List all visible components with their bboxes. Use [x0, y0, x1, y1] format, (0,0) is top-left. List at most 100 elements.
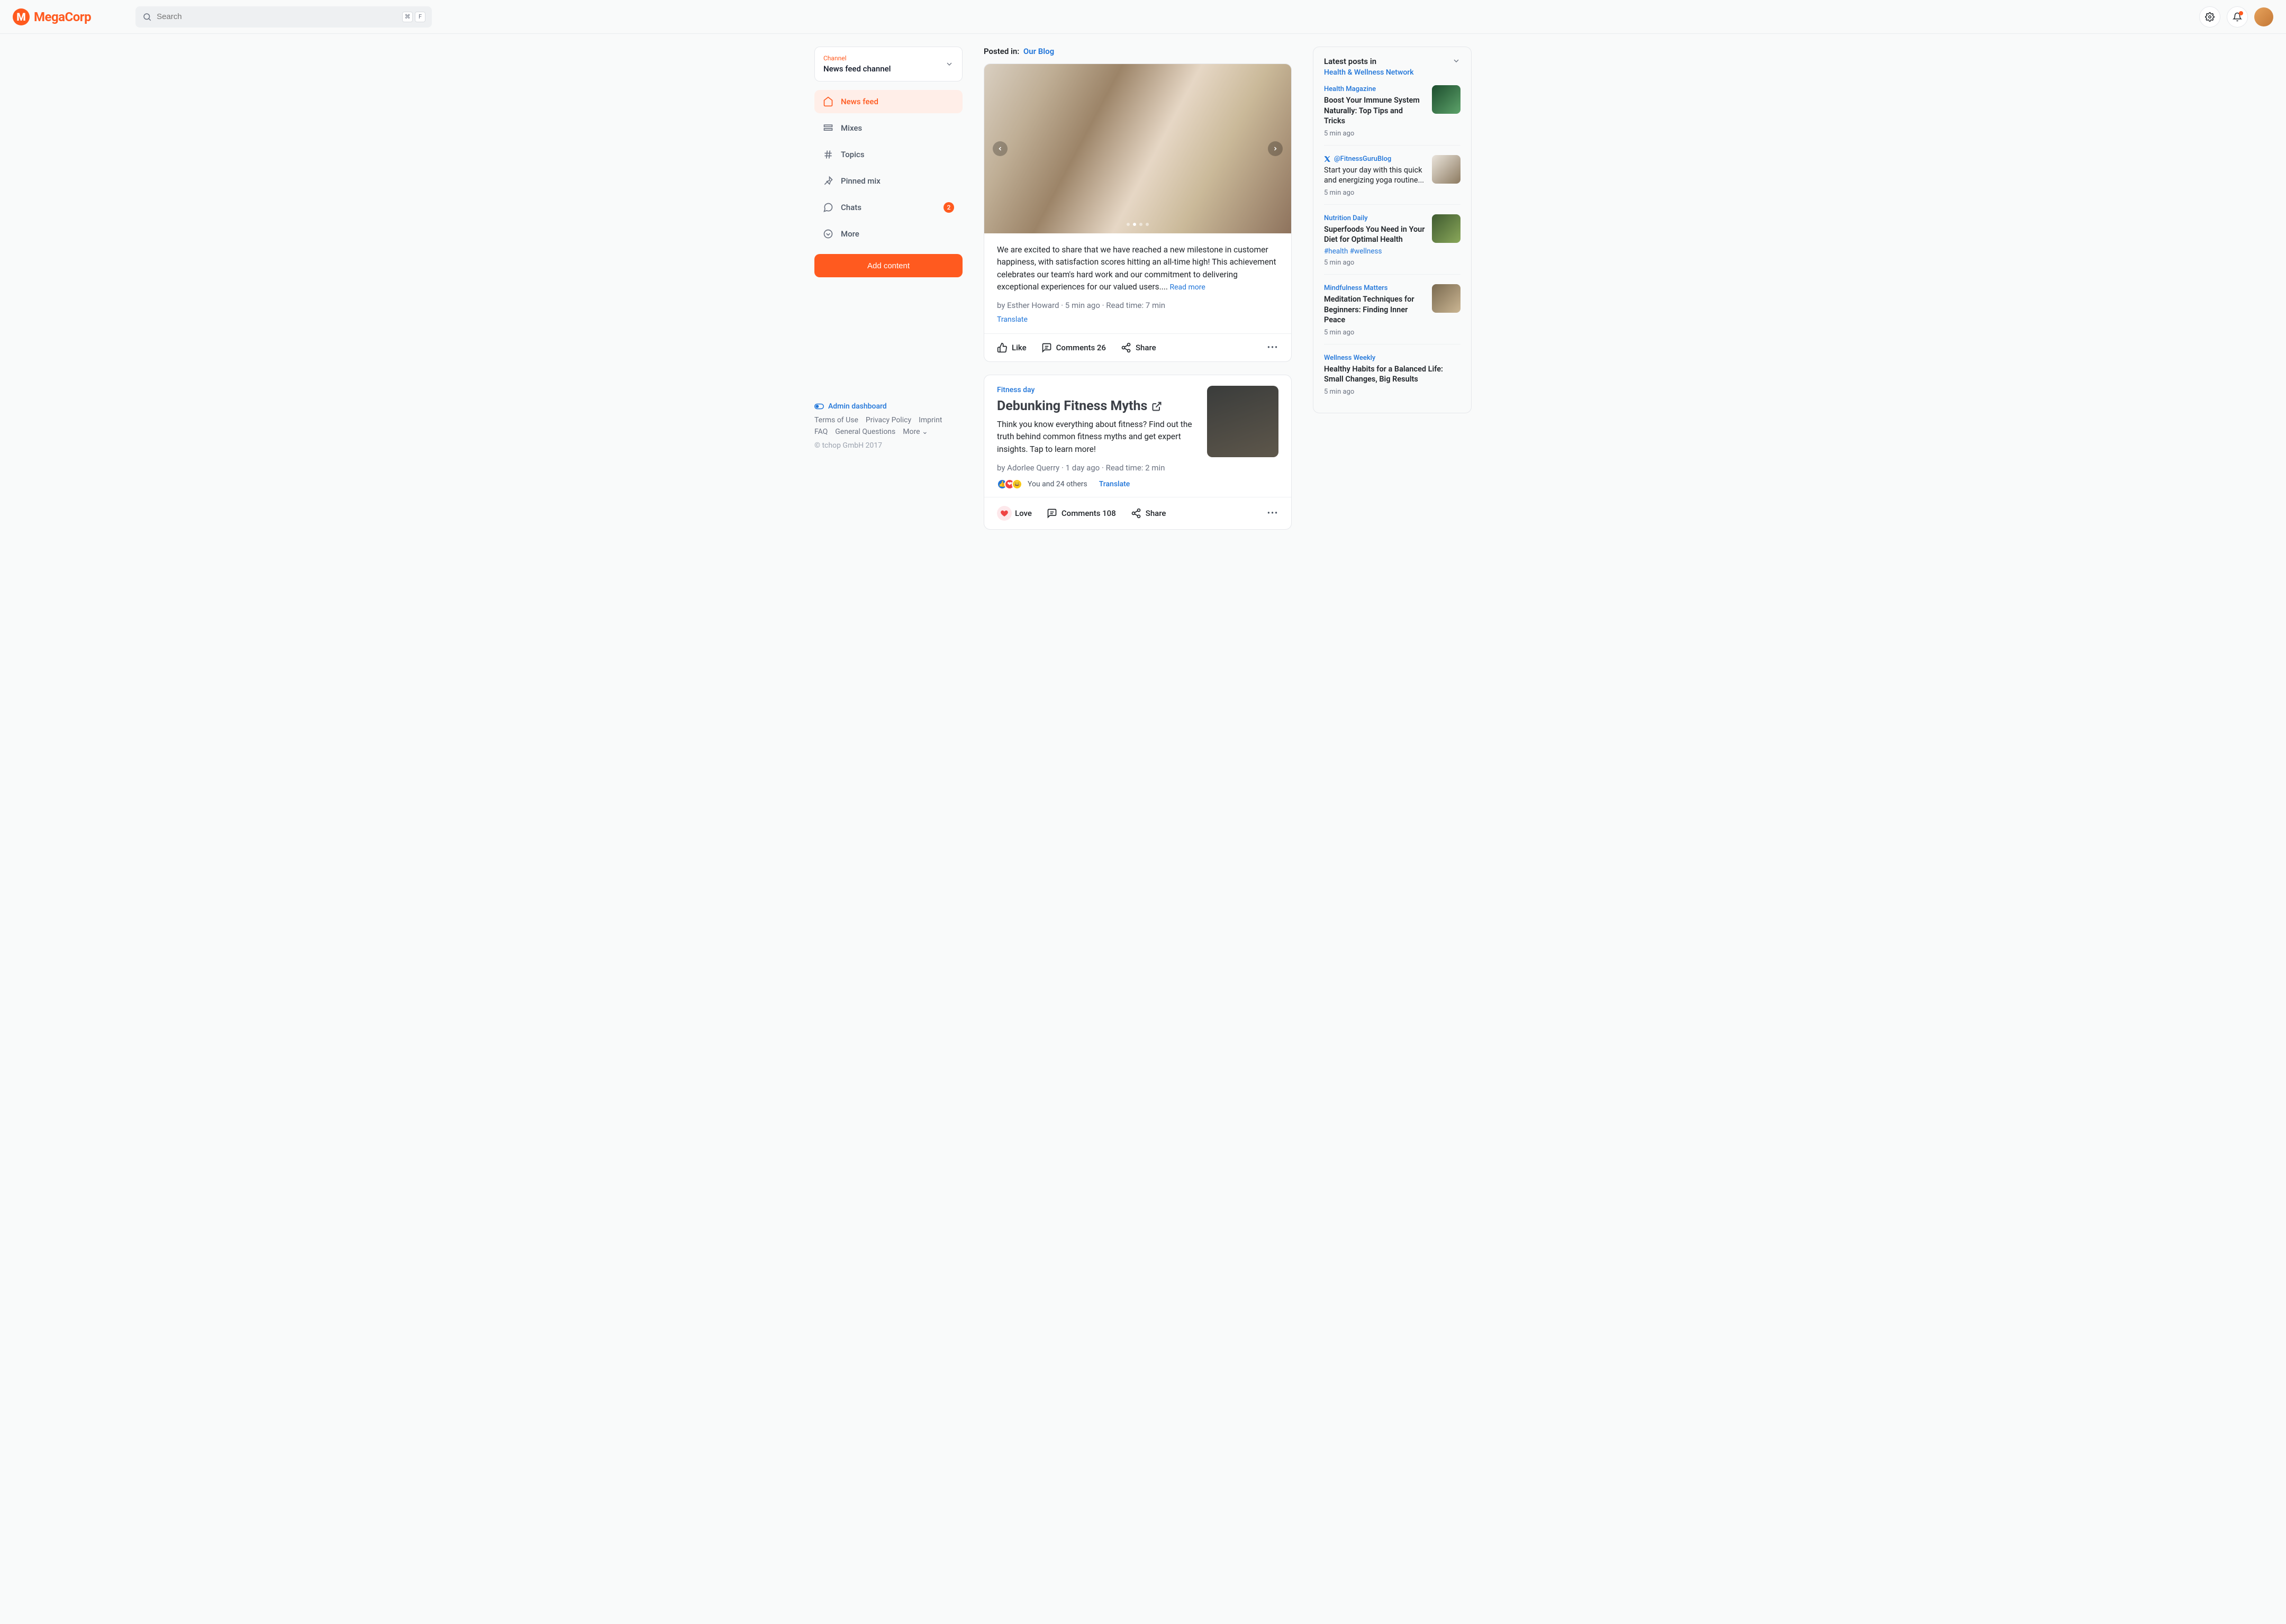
footer-link[interactable]: General Questions	[835, 428, 895, 436]
carousel-next-button[interactable]	[1268, 141, 1283, 156]
rp-source: @FitnessGuruBlog	[1324, 155, 1426, 163]
nav-label: News feed	[841, 97, 878, 106]
nav-pinned-mix[interactable]: Pinned mix	[814, 169, 963, 193]
mixes-icon	[823, 123, 833, 133]
latest-posts-panel: Latest posts in Health & Wellness Networ…	[1313, 47, 1472, 413]
like-button[interactable]: Like	[997, 342, 1027, 353]
translate-link[interactable]: Translate	[1099, 480, 1130, 488]
rp-title: Meditation Techniques for Beginners: Fin…	[1324, 294, 1426, 325]
love-button[interactable]: Love	[997, 506, 1032, 521]
more-button[interactable]: •••	[1267, 343, 1278, 352]
rp-item[interactable]: Mindfulness Matters Meditation Technique…	[1324, 284, 1460, 344]
channel-label: Channel	[823, 55, 891, 62]
nav-chats[interactable]: Chats 2	[814, 196, 963, 219]
search-input[interactable]	[157, 12, 402, 21]
posted-in-link[interactable]: Our Blog	[1023, 47, 1054, 56]
post-byline: by Adorlee Querry · 1 day ago · Read tim…	[997, 463, 1196, 473]
settings-button[interactable]	[2199, 6, 2220, 28]
sidebar: Channel News feed channel News feed Mixe…	[814, 47, 963, 450]
rp-time: 5 min ago	[1324, 189, 1426, 197]
rp-title: Boost Your Immune System Naturally: Top …	[1324, 95, 1426, 126]
rp-source: Wellness Weekly	[1324, 354, 1460, 362]
rp-title: Start your day with this quick and energ…	[1324, 165, 1426, 186]
external-link-icon	[1151, 401, 1162, 412]
chevron-down-icon	[945, 60, 954, 68]
chevron-down-icon: ⌄	[922, 428, 928, 436]
carousel-prev-button[interactable]	[993, 141, 1008, 156]
thumbs-up-icon	[997, 342, 1008, 353]
comments-button[interactable]: Comments 26	[1041, 342, 1106, 353]
nav-label: Pinned mix	[841, 176, 881, 186]
share-icon	[1121, 342, 1131, 353]
share-icon	[1131, 508, 1141, 519]
rp-thumb	[1432, 85, 1460, 114]
heart-icon	[997, 506, 1012, 521]
user-avatar[interactable]	[2254, 7, 2273, 26]
rp-network-link[interactable]: Health & Wellness Network	[1324, 68, 1414, 77]
rp-thumb	[1432, 284, 1460, 313]
copyright: © tchop GmbH 2017	[814, 441, 963, 450]
footer-link[interactable]: Privacy Policy	[866, 416, 911, 424]
rp-time: 5 min ago	[1324, 130, 1426, 138]
chevron-circle-icon	[823, 229, 833, 239]
footer-link[interactable]: FAQ	[814, 428, 828, 436]
comments-button[interactable]: Comments 108	[1047, 508, 1116, 519]
post-thumbnail	[1207, 386, 1278, 457]
rp-source: Nutrition Daily	[1324, 214, 1426, 222]
logo-mark-icon: M	[13, 8, 30, 25]
footer-link[interactable]: Imprint	[919, 416, 942, 424]
rp-item[interactable]: @FitnessGuruBlog Start your day with thi…	[1324, 155, 1460, 205]
comment-icon	[1041, 342, 1052, 353]
post-title[interactable]: Debunking Fitness Myths	[997, 398, 1196, 414]
post-excerpt: Think you know everything about fitness?…	[997, 419, 1196, 456]
nav-news-feed[interactable]: News feed	[814, 90, 963, 113]
rp-item[interactable]: Nutrition Daily Superfoods You Need in Y…	[1324, 214, 1460, 275]
reaction-icons[interactable]: 👍 ❤ 😄	[997, 479, 1022, 489]
channel-name: News feed channel	[823, 64, 891, 74]
post-text: We are excited to share that we have rea…	[997, 245, 1276, 292]
footer-links: Terms of Use Privacy Policy Imprint FAQ …	[814, 416, 963, 436]
comment-icon	[1047, 508, 1057, 519]
rp-heading: Latest posts in	[1324, 57, 1414, 66]
rp-title: Healthy Habits for a Balanced Life: Smal…	[1324, 364, 1460, 385]
nav-mixes[interactable]: Mixes	[814, 116, 963, 140]
hash-icon	[823, 149, 833, 160]
rp-tags[interactable]: #health #wellness	[1324, 247, 1426, 256]
share-button[interactable]: Share	[1121, 342, 1156, 353]
x-icon	[1324, 156, 1331, 162]
channel-selector[interactable]: Channel News feed channel	[814, 47, 963, 81]
posted-in-row: Posted in: Our Blog	[984, 47, 1292, 56]
share-button[interactable]: Share	[1131, 508, 1166, 519]
post-category[interactable]: Fitness day	[997, 386, 1196, 394]
admin-dashboard-link[interactable]: Admin dashboard	[814, 402, 963, 411]
footer-link[interactable]: Terms of Use	[814, 416, 858, 424]
reactions-summary[interactable]: You and 24 others	[1028, 480, 1087, 488]
header: M MegaCorp ⌘F	[0, 0, 2286, 34]
toggle-icon	[814, 403, 824, 410]
footer-link[interactable]: More ⌄	[903, 428, 928, 436]
logo[interactable]: M MegaCorp	[13, 8, 91, 25]
notification-dot-icon	[2239, 11, 2243, 15]
chevron-down-icon[interactable]	[1452, 57, 1460, 65]
nav-more[interactable]: More	[814, 222, 963, 246]
rp-source: Mindfulness Matters	[1324, 284, 1426, 292]
rp-source: Health Magazine	[1324, 85, 1426, 93]
rp-item[interactable]: Wellness Weekly Healthy Habits for a Bal…	[1324, 354, 1460, 403]
carousel-dots[interactable]	[1127, 223, 1149, 226]
nav-topics[interactable]: Topics	[814, 143, 963, 166]
rp-thumb	[1432, 155, 1460, 184]
post-hero-image	[984, 64, 1291, 233]
chat-icon	[823, 202, 833, 213]
add-content-button[interactable]: Add content	[814, 254, 963, 277]
rp-title: Superfoods You Need in Your Diet for Opt…	[1324, 224, 1426, 245]
more-button[interactable]: •••	[1267, 509, 1278, 518]
search-shortcut: ⌘F	[402, 12, 425, 22]
notifications-button[interactable]	[2227, 6, 2248, 28]
gear-icon	[2205, 12, 2215, 22]
search-field[interactable]: ⌘F	[135, 6, 432, 28]
nav-label: Chats	[841, 203, 861, 212]
rp-item[interactable]: Health Magazine Boost Your Immune System…	[1324, 85, 1460, 146]
translate-link[interactable]: Translate	[997, 315, 1028, 324]
rp-time: 5 min ago	[1324, 388, 1460, 396]
read-more-link[interactable]: Read more	[1170, 283, 1205, 292]
